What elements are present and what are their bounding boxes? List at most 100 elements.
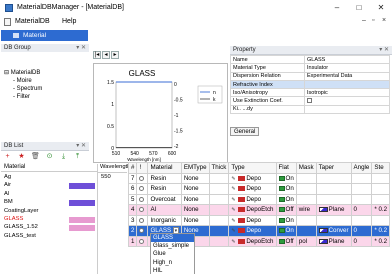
maximize-button[interactable]: □ (352, 2, 366, 14)
emtype-cell[interactable]: None (180, 214, 210, 226)
angle-cell[interactable] (350, 214, 373, 226)
property-value[interactable] (304, 104, 390, 115)
taper-cell[interactable] (315, 214, 352, 226)
mask-cell[interactable] (295, 172, 317, 184)
property-row[interactable]: Refractive Index (230, 79, 390, 90)
column-header[interactable]: Type (228, 162, 277, 174)
property-value[interactable] (304, 96, 390, 106)
radio-cell[interactable] (136, 225, 149, 237)
table-row[interactable]: 4 Al None ✎ DepoEtch Off wire Plane 0 * 0.2 (127, 204, 391, 216)
type-cell[interactable]: ✎ DepoEtch (228, 235, 277, 247)
collapse-icon[interactable]: ⊟ (4, 70, 9, 76)
material-cell[interactable]: Resin (147, 172, 182, 184)
tree-item-moire[interactable]: - Moire (13, 78, 32, 84)
list-item[interactable]: GLASS_1.52 (4, 224, 38, 230)
property-value[interactable]: Isotropic (304, 88, 390, 98)
column-header[interactable]: Ste (371, 162, 391, 174)
property-value[interactable]: Insulator (304, 63, 390, 73)
flat-cell[interactable]: Off (275, 235, 297, 247)
material-cell[interactable]: Overcoat (147, 193, 182, 205)
radio-cell[interactable] (136, 214, 149, 226)
flat-cell[interactable]: On (275, 225, 297, 237)
pin-icon[interactable]: ▾ ✕ (76, 142, 86, 151)
type-cell[interactable]: ✎ Depo (228, 172, 277, 184)
tree-item-spectrum[interactable]: - Spectrum (13, 86, 42, 92)
type-cell[interactable]: ✎ Depo (228, 214, 277, 226)
flat-cell[interactable]: On (275, 172, 297, 184)
thick-cell[interactable] (208, 183, 230, 195)
property-value[interactable]: Experimental Data (304, 71, 390, 81)
taper-cell[interactable] (315, 193, 352, 205)
minimize-button[interactable]: – (330, 2, 344, 14)
radio-icon[interactable] (139, 217, 145, 223)
mask-cell[interactable] (295, 193, 317, 205)
thick-cell[interactable] (208, 214, 230, 226)
pin-icon[interactable]: ▾ ✕ (379, 46, 389, 55)
dropdown-option[interactable]: HIL (151, 267, 194, 274)
next-button[interactable]: ▸ (111, 51, 119, 59)
type-cell[interactable]: ✎ DepoEtch (228, 204, 277, 216)
list-item[interactable]: Air (4, 182, 11, 188)
angle-cell[interactable]: 0 (350, 225, 373, 237)
column-header[interactable]: Flat (275, 162, 297, 174)
taper-cell[interactable]: Plane (315, 204, 352, 216)
column-header[interactable]: Thick (208, 162, 230, 174)
tree-item-filter[interactable]: - Filter (13, 94, 30, 100)
angle-cell[interactable] (350, 183, 373, 195)
taper-cell[interactable]: Conver (315, 225, 352, 237)
column-header[interactable]: Taper (315, 162, 352, 174)
type-cell[interactable]: ✎ Depo (228, 193, 277, 205)
emtype-cell[interactable]: None (180, 193, 210, 205)
taper-cell[interactable] (315, 183, 352, 195)
property-row[interactable]: Name GLASS (230, 54, 390, 65)
list-item[interactable]: CoatingLayer (4, 208, 38, 214)
radio-cell[interactable] (136, 172, 149, 184)
type-cell[interactable]: ✎ Depo (228, 225, 277, 237)
thick-cell[interactable] (208, 225, 230, 237)
list-item[interactable]: BM (4, 199, 13, 205)
angle-cell[interactable] (350, 172, 373, 184)
material-cell[interactable]: Al (147, 204, 182, 216)
step-cell[interactable] (371, 193, 391, 205)
taper-cell[interactable] (315, 172, 352, 184)
import-icon[interactable]: ⤓ (59, 152, 68, 161)
angle-cell[interactable]: 0 (350, 235, 373, 247)
thick-cell[interactable] (208, 204, 230, 216)
wavelength-value[interactable]: 550 (98, 174, 127, 180)
table-row[interactable]: 6 Resin None ✎ Depo On (127, 183, 391, 195)
mask-cell[interactable] (295, 183, 317, 195)
property-row[interactable]: Dispersion Relation Experimental Data (230, 71, 390, 81)
list-item[interactable]: GLASS (4, 216, 23, 222)
favorite-icon[interactable]: ★ (17, 152, 26, 161)
material-cell[interactable]: Resin (147, 183, 182, 195)
mask-cell[interactable] (295, 225, 317, 237)
step-cell[interactable] (371, 214, 391, 226)
angle-cell[interactable] (350, 193, 373, 205)
table-row[interactable]: 5 Overcoat None ✎ Depo On (127, 193, 391, 205)
property-value[interactable]: GLASS (304, 54, 390, 65)
table-row[interactable]: 7 Resin None ✎ Depo On (127, 172, 391, 184)
radio-icon[interactable] (139, 238, 145, 244)
type-cell[interactable]: ✎ Depo (228, 183, 277, 195)
radio-cell[interactable] (136, 235, 149, 247)
menu-materialdb[interactable]: MaterialDB (15, 18, 50, 25)
list-item[interactable]: Ag (4, 174, 11, 180)
export-icon[interactable]: ⤒ (73, 152, 82, 161)
mask-cell[interactable] (295, 214, 317, 226)
close-button[interactable]: ✕ (374, 2, 388, 14)
angle-cell[interactable]: 0 (350, 204, 373, 216)
taper-cell[interactable]: Plane (315, 235, 352, 247)
radio-icon[interactable] (139, 207, 145, 213)
mdi-close-button[interactable]: × (382, 17, 386, 24)
list-item[interactable]: Al (4, 191, 9, 197)
column-header[interactable]: # (127, 162, 138, 174)
property-row[interactable]: Material Type Insulator (230, 63, 390, 73)
extinction-checkbox[interactable] (307, 98, 312, 104)
flat-cell[interactable]: Off (275, 204, 297, 216)
step-cell[interactable]: * 0.2 (371, 225, 391, 237)
thick-cell[interactable] (208, 172, 230, 184)
mdi-minimize-button[interactable]: – (362, 17, 366, 24)
step-cell[interactable]: * 0.2 (371, 235, 391, 247)
column-header[interactable]: ! (136, 162, 149, 174)
tree-root[interactable]: ⊟ MaterialDB (4, 69, 40, 76)
